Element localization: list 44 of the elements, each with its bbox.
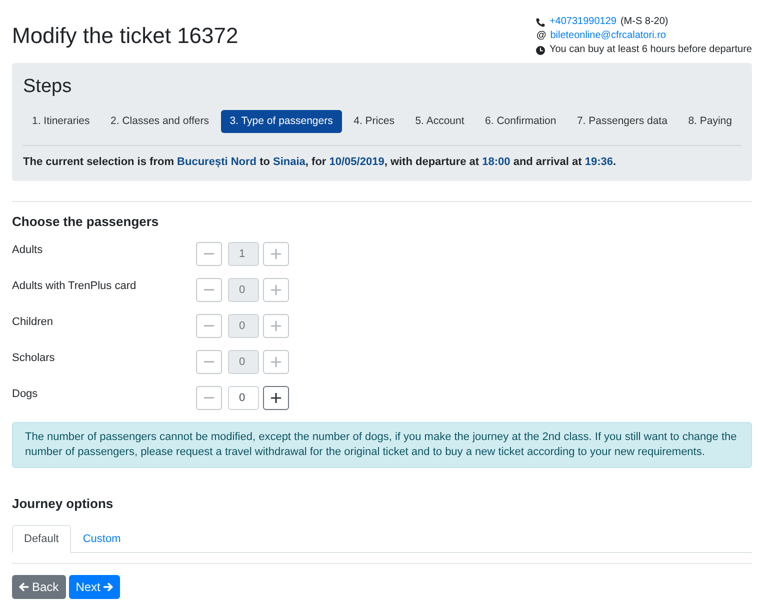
plus-icon <box>271 285 281 295</box>
plus-icon <box>271 249 281 259</box>
field-label: Adults with TrenPlus card <box>12 279 138 294</box>
step-tab[interactable]: 3. Type of passengers <box>220 110 342 133</box>
steps-heading: Steps <box>23 75 73 99</box>
minus-icon <box>204 397 214 399</box>
selection-summary: The current selection is from București Nord to Sinaia, for 10/05/2019, with departure at 18:00 and arrival at 19:36. <box>23 155 618 169</box>
field-label: Dogs <box>12 387 39 402</box>
count-field[interactable]: 0 <box>228 386 259 410</box>
arrow-right-icon <box>103 582 114 592</box>
page-title: Modify the ticket 16372 <box>12 23 238 49</box>
minus-icon <box>204 325 214 327</box>
hours-note: (M-S 8-20) <box>620 15 668 29</box>
next-button[interactable]: Next <box>68 575 120 599</box>
step-tab[interactable]: 7. Passengers data <box>568 110 676 133</box>
plus-icon <box>271 393 281 403</box>
increment-button[interactable] <box>263 386 289 410</box>
phone-link[interactable]: +40731990129 <box>549 15 616 29</box>
step-tab[interactable]: 5. Account <box>406 110 474 133</box>
arrow-left-icon <box>19 582 29 592</box>
back-button[interactable]: Back <box>12 575 66 599</box>
field-label: Children <box>12 315 54 330</box>
step-tab[interactable]: 2. Classes and offers <box>102 110 218 133</box>
option-tab[interactable]: Default <box>12 525 71 553</box>
info-notice: The number of passengers cannot be modified, except the number of dogs, if you make the journey at the 2nd class. If you still want to change the number of passengers, please request a travel withdrawal for the original ticket and to buy a new ticket according to your new requirements. <box>12 422 752 468</box>
plus-icon <box>271 321 281 331</box>
purchase-note: You can buy at least 6 hours before departure <box>549 43 752 57</box>
section-heading: Journey options <box>12 496 114 512</box>
minus-icon <box>204 289 214 291</box>
step-tab[interactable]: 4. Prices <box>344 110 404 133</box>
phone-icon <box>536 18 546 26</box>
minus-icon <box>204 253 214 255</box>
option-tab[interactable]: Custom <box>70 525 133 553</box>
at-sign-icon: @ <box>536 29 546 43</box>
clock-icon <box>536 46 546 54</box>
step-tab[interactable]: 1. Itineraries <box>23 110 99 133</box>
minus-icon <box>204 361 214 363</box>
field-label: Adults <box>12 243 44 258</box>
plus-icon <box>271 357 281 367</box>
email-link[interactable]: bileteonline@cfrcalatori.ro <box>550 29 666 43</box>
section-heading: Choose the passengers <box>12 214 160 230</box>
step-tab[interactable]: 6. Confirmation <box>476 110 566 133</box>
field-label: Scholars <box>12 351 56 366</box>
step-tab[interactable]: 8. Paying <box>679 110 741 133</box>
